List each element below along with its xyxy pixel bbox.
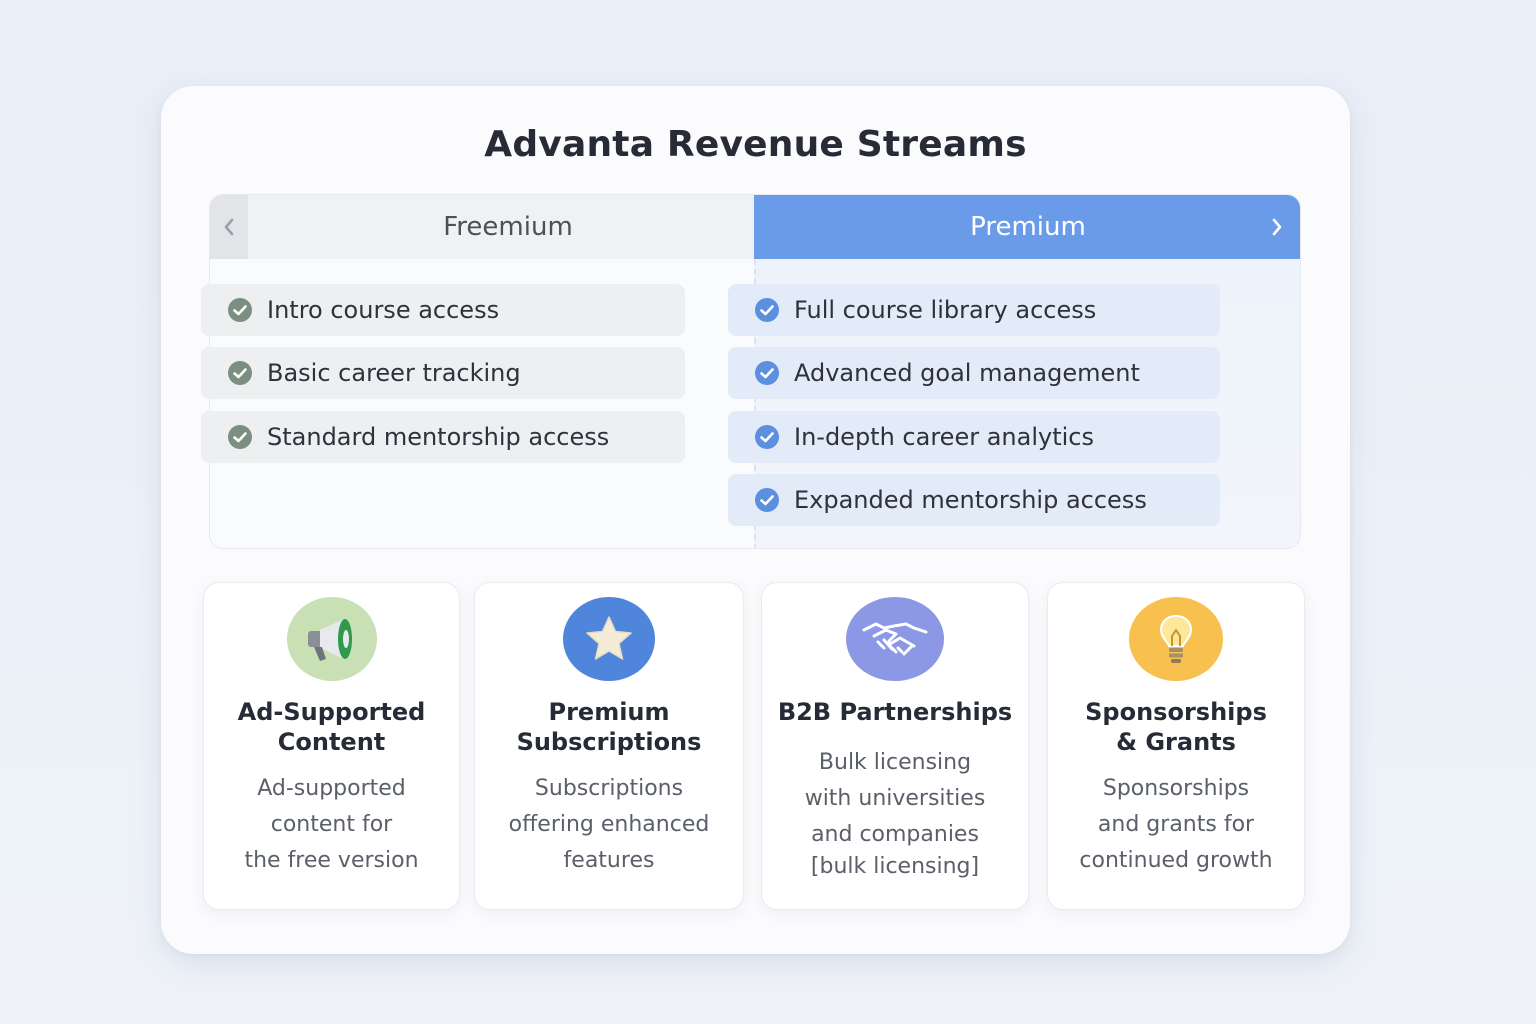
stream-title: Ad-Supported Content <box>237 698 426 756</box>
check-circle-icon <box>228 361 252 385</box>
megaphone-icon <box>286 597 377 681</box>
stream-description: Bulk licensing with universities and com… <box>804 750 986 879</box>
freemium-feature: Standard mentorship access <box>201 411 685 463</box>
check-circle-icon <box>755 298 779 322</box>
premium-feature: Advanced goal management <box>728 347 1220 399</box>
freemium-feature-label: Basic career tracking <box>267 359 521 387</box>
premium-feature-label: In-depth career analytics <box>794 423 1094 451</box>
handshake-icon <box>846 597 944 681</box>
tab-freemium-label: Freemium <box>443 212 573 242</box>
tab-premium[interactable]: Premium <box>754 195 1300 259</box>
freemium-feature-label: Standard mentorship access <box>267 423 610 451</box>
premium-feature-label: Expanded mentorship access <box>794 486 1147 514</box>
tab-freemium[interactable]: Freemium <box>210 195 754 259</box>
check-circle-icon <box>228 425 252 449</box>
stream-description: Sponsorships and grants for continued gr… <box>1079 776 1273 873</box>
tab-premium-label: Premium <box>970 212 1086 242</box>
stream-title: Premium Subscriptions <box>516 698 702 756</box>
stream-description: Subscriptions offering enhanced features <box>508 776 710 873</box>
check-circle-icon <box>755 425 779 449</box>
freemium-feature-label: Intro course access <box>267 296 500 324</box>
freemium-feature: Basic career tracking <box>201 347 685 399</box>
chevron-right-icon[interactable] <box>1262 195 1292 259</box>
stream-title: Sponsorships & Grants <box>1085 698 1267 756</box>
premium-feature-label: Advanced goal management <box>794 359 1140 387</box>
check-circle-icon <box>228 298 252 322</box>
stream-card-sponsorships-grants[interactable]: Sponsorships & Grants Sponsorships and g… <box>1047 582 1305 910</box>
check-circle-icon <box>755 488 779 512</box>
stream-title: B2B Partnerships <box>777 698 1013 726</box>
stream-card-ad-supported[interactable]: Ad-Supported Content Ad-supported conten… <box>203 582 460 910</box>
premium-feature-label: Full course library access <box>794 296 1097 324</box>
premium-feature: In-depth career analytics <box>728 411 1220 463</box>
premium-feature: Expanded mentorship access <box>728 474 1220 526</box>
stream-card-premium-subscriptions[interactable]: Premium Subscriptions Subscriptions offe… <box>474 582 744 910</box>
stream-description: Ad-supported content for the free versio… <box>244 776 419 873</box>
chevron-left-icon[interactable] <box>210 195 248 259</box>
revenue-card: Advanta Revenue Streams Freemium Premium… <box>161 86 1350 954</box>
page-title: Advanta Revenue Streams <box>484 124 1027 165</box>
lightbulb-icon <box>1129 597 1223 681</box>
premium-feature: Full course library access <box>728 284 1220 336</box>
check-circle-icon <box>755 361 779 385</box>
stream-card-b2b-partnerships[interactable]: B2B Partnerships Bulk licensing with uni… <box>761 582 1029 910</box>
freemium-feature: Intro course access <box>201 284 685 336</box>
star-icon <box>563 597 655 681</box>
